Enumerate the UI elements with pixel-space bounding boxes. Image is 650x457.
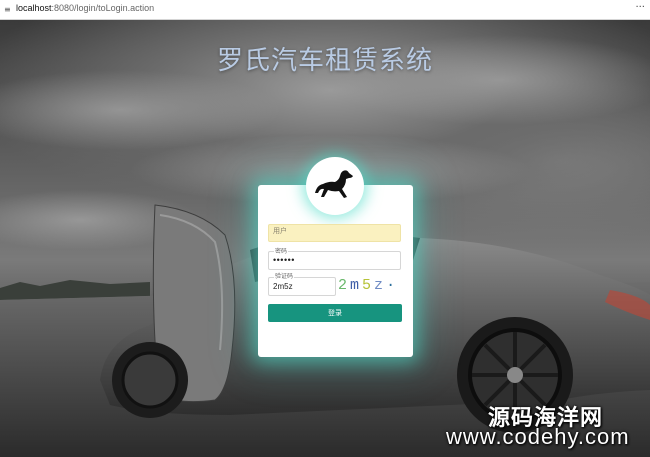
- settings-sliders-icon[interactable]: ≡: [4, 5, 13, 14]
- password-value: ••••••: [273, 255, 295, 265]
- captcha-image[interactable]: 2 m 5 z ·: [338, 277, 400, 295]
- horse-icon: [315, 170, 353, 198]
- login-button[interactable]: 登录: [268, 304, 402, 322]
- captcha-char: m: [350, 277, 360, 294]
- browser-address-bar: ≡ localhost:8080/login/toLogin.action ··…: [0, 0, 650, 20]
- browser-menu-icon[interactable]: ···: [635, 2, 645, 13]
- captcha-char: 2: [338, 277, 348, 294]
- captcha-value: 2m5z: [273, 282, 293, 291]
- logo: [306, 157, 364, 215]
- captcha-label: 验证码: [274, 271, 295, 280]
- watermark-url: www.codehy.com: [446, 424, 630, 449]
- url-host: localhost: [16, 3, 52, 13]
- page-title: 罗氏汽车租赁系统: [216, 46, 433, 76]
- password-label: 密码: [274, 246, 289, 255]
- username-field[interactable]: 用户: [268, 224, 401, 242]
- captcha-char: ·: [386, 277, 396, 294]
- captcha-char: z: [374, 277, 384, 294]
- address-url[interactable]: localhost:8080/login/toLogin.action: [16, 3, 154, 13]
- url-path: :8080/login/toLogin.action: [51, 3, 155, 13]
- captcha-char: 5: [362, 277, 372, 294]
